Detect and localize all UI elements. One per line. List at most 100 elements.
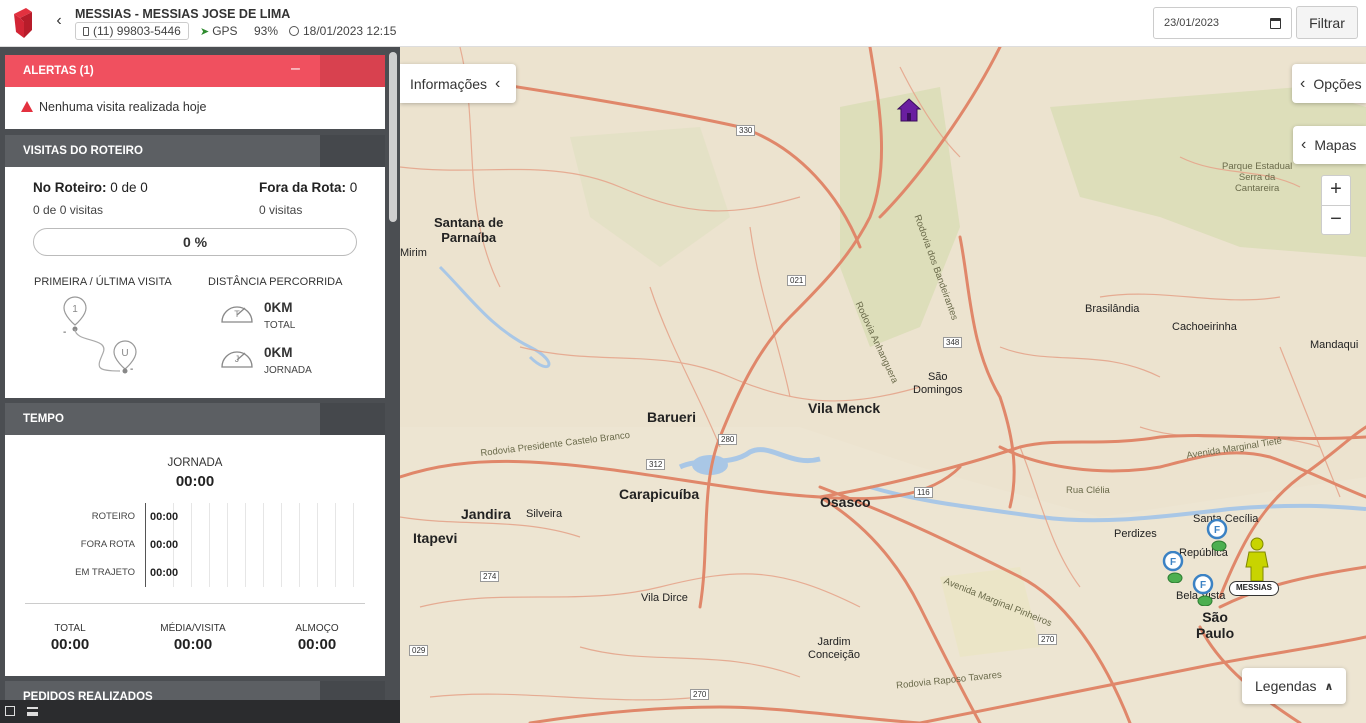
info-button[interactable]: Informações ‹ bbox=[400, 64, 516, 103]
row-label-fora-rota: FORA ROTA bbox=[80, 539, 135, 550]
visits-panel: No Roteiro: 0 de 0 0 de 0 visitas Fora d… bbox=[5, 167, 385, 398]
row-value-roteiro: 00:00 bbox=[150, 511, 179, 523]
shield-270-west: 270 bbox=[690, 689, 710, 700]
phone-icon bbox=[83, 27, 89, 36]
visits-header[interactable]: VISITAS DO ROTEIRO bbox=[5, 135, 385, 167]
visits-progress: 0 % bbox=[33, 228, 357, 256]
shield-021: 021 bbox=[787, 275, 807, 286]
house-icon[interactable] bbox=[896, 97, 922, 123]
place-parque-cantareira: Parque Estadual Serra da Cantareira bbox=[1222, 161, 1293, 194]
info-button-label: Informações bbox=[410, 75, 488, 92]
person-icon[interactable] bbox=[1239, 537, 1275, 583]
place-vila-menck: Vila Menck bbox=[808, 400, 881, 416]
place-santana: Santana de Parnaíba bbox=[434, 215, 504, 245]
options-button[interactable]: ‹ Opções bbox=[1292, 64, 1366, 103]
list-icon[interactable] bbox=[27, 707, 38, 716]
last-pin-label: U bbox=[121, 348, 128, 359]
date-input[interactable]: 23/01/2023 bbox=[1153, 7, 1292, 39]
first-pin-label: 1 bbox=[72, 304, 78, 315]
visit-pin-2[interactable]: F bbox=[1162, 551, 1184, 583]
place-sao-domingos: São Domingos bbox=[913, 371, 963, 396]
place-barueri: Barueri bbox=[647, 409, 697, 425]
shield-280: 280 bbox=[718, 434, 738, 445]
no-roteiro-value: 0 de 0 bbox=[110, 180, 148, 195]
row-label-roteiro: ROTEIRO bbox=[91, 511, 135, 522]
place-sao-paulo: São Paulo bbox=[1196, 609, 1235, 641]
sidebar-scrollbar[interactable] bbox=[389, 52, 397, 222]
pedidos-title: PEDIDOS REALIZADOS bbox=[5, 681, 320, 700]
options-button-label: Opções bbox=[1313, 75, 1362, 92]
svg-text:F: F bbox=[1170, 557, 1176, 568]
alerts-panel: Nenhuma visita realizada hoje bbox=[5, 87, 385, 129]
map-area[interactable]: Santana de Parnaíba Mirim Barueri Vila M… bbox=[400, 47, 1366, 723]
place-silveira: Silveira bbox=[526, 508, 563, 520]
logo-icon bbox=[14, 8, 32, 38]
zoom-in-button[interactable]: + bbox=[1322, 176, 1350, 205]
tempo-header[interactable]: TEMPO bbox=[5, 403, 385, 435]
media-value: 00:00 bbox=[173, 636, 213, 653]
calendar-icon[interactable] bbox=[1270, 17, 1281, 29]
gps-status: ➤ GPS bbox=[200, 24, 238, 38]
window-icon[interactable] bbox=[5, 706, 15, 716]
svg-text:F: F bbox=[1200, 580, 1206, 591]
place-vila-dirce: Vila Dirce bbox=[641, 592, 688, 604]
warning-icon bbox=[21, 101, 33, 112]
tempo-title: TEMPO bbox=[5, 403, 320, 435]
last-update-text: 18/01/2023 12:15 bbox=[303, 24, 397, 38]
phone-number: (11) 99803-5446 bbox=[93, 24, 181, 38]
almoco-label: ALMOÇO bbox=[295, 623, 339, 634]
gauge-total-icon: T bbox=[221, 306, 253, 323]
shield-274: 274 bbox=[480, 571, 500, 582]
visits-title: VISITAS DO ROTEIRO bbox=[5, 135, 320, 167]
sidebar: ALERTAS (1) – Nenhuma visita realizada h… bbox=[0, 47, 400, 700]
place-brasilandia: Brasilândia bbox=[1085, 303, 1140, 315]
fora-rota-value: 0 bbox=[349, 180, 358, 195]
alert-message: Nenhuma visita realizada hoje bbox=[21, 100, 206, 114]
chevron-left-icon: ‹ bbox=[1301, 136, 1307, 153]
almoco-value: 00:00 bbox=[297, 636, 337, 653]
fora-rota-sub: 0 visitas bbox=[259, 203, 303, 217]
battery-level: 93% bbox=[254, 24, 279, 38]
place-jardim-conceicao: Jardim Conceição bbox=[808, 636, 860, 661]
sidebar-bottom-bar bbox=[0, 700, 400, 723]
visit-pin-1[interactable]: F bbox=[1206, 519, 1228, 551]
back-chevron-icon[interactable]: ‹ bbox=[52, 12, 66, 30]
last-visit-time: - bbox=[130, 364, 134, 375]
filter-button[interactable]: Filtrar bbox=[1296, 6, 1358, 39]
person-tag: MESSIAS bbox=[1229, 581, 1280, 596]
jornada-value: 00:00 bbox=[175, 473, 215, 490]
chevron-left-icon: ‹ bbox=[1300, 74, 1306, 92]
alert-text: Nenhuma visita realizada hoje bbox=[39, 100, 207, 114]
shield-312: 312 bbox=[646, 459, 666, 470]
date-value: 23/01/2023 bbox=[1164, 17, 1220, 29]
visit-pin-3[interactable]: F bbox=[1192, 574, 1214, 606]
top-bar: ‹ MESSIAS - MESSIAS JOSE DE LIMA (11) 99… bbox=[0, 0, 1366, 47]
total-label: TOTAL bbox=[54, 623, 86, 634]
zoom-out-button[interactable]: − bbox=[1322, 205, 1350, 234]
tempo-panel: JORNADA 00:00 ROTEIRO 00:00 FORA ROTA 00… bbox=[5, 435, 385, 676]
place-jandira: Jandira bbox=[461, 506, 511, 522]
place-mandaqui: Mandaqui bbox=[1310, 339, 1359, 351]
shield-029: 029 bbox=[409, 645, 429, 656]
place-rua-clelia: Rua Clélia bbox=[1066, 485, 1110, 496]
gps-arrow-icon: ➤ bbox=[200, 26, 210, 38]
maps-button-label: Mapas bbox=[1314, 137, 1357, 153]
alerts-header[interactable]: ALERTAS (1) – bbox=[5, 55, 385, 87]
maps-button[interactable]: ‹ Mapas bbox=[1293, 126, 1366, 164]
legend-button[interactable]: Legendas ∧ bbox=[1242, 668, 1346, 704]
chevron-up-icon: ∧ bbox=[1324, 680, 1334, 693]
phone-chip: (11) 99803-5446 bbox=[75, 22, 189, 40]
chevron-left-icon: ‹ bbox=[495, 74, 501, 92]
alerts-collapse-button[interactable]: – bbox=[291, 55, 300, 83]
vendor-name: MESSIAS - MESSIAS JOSE DE LIMA bbox=[75, 7, 291, 21]
pedidos-header[interactable]: PEDIDOS REALIZADOS bbox=[5, 681, 385, 700]
svg-text:F: F bbox=[1214, 525, 1220, 536]
total-km: 0KM bbox=[264, 300, 293, 315]
place-mirim: Mirim bbox=[400, 247, 427, 259]
total-km-caption: TOTAL bbox=[264, 320, 296, 331]
alerts-title: ALERTAS (1) bbox=[5, 55, 320, 87]
last-update: 18/01/2023 12:15 bbox=[289, 24, 396, 38]
gauge-journey-icon: J bbox=[221, 351, 253, 368]
place-carapicuiba: Carapicuíba bbox=[619, 486, 700, 502]
place-cachoeirinha: Cachoeirinha bbox=[1172, 321, 1237, 333]
